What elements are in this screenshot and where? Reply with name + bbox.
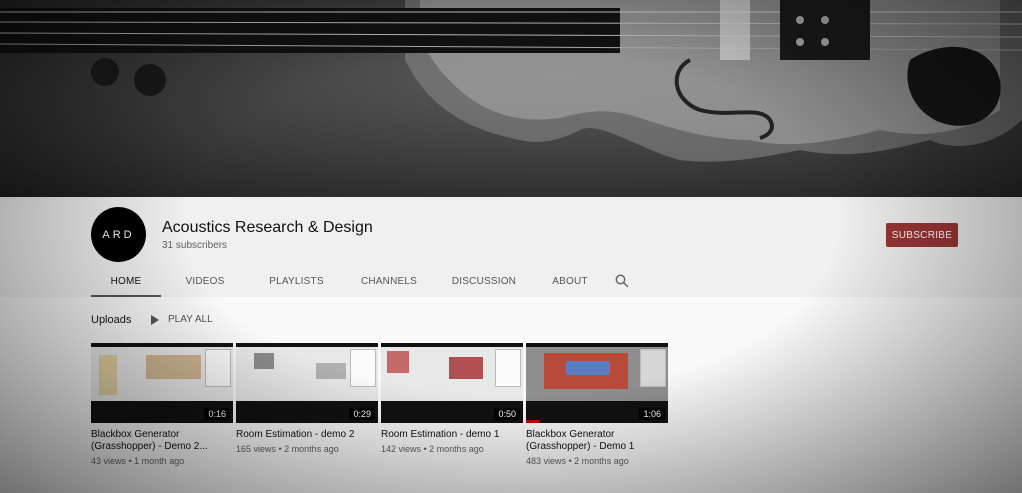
video-title[interactable]: Blackbox Generator (Grasshopper) - Demo … (526, 429, 668, 453)
video-thumbnail[interactable]: 1:06 (526, 343, 668, 423)
play-icon (151, 314, 159, 325)
video-meta: 165 views • 2 months ago (236, 444, 339, 454)
video-title[interactable]: Room Estimation - demo 1 (381, 429, 523, 441)
video-thumbnail[interactable]: 0:16 (91, 343, 233, 423)
video-duration: 0:29 (349, 408, 375, 420)
video-meta: 142 views • 2 months ago (381, 444, 484, 454)
subscriber-count: 31 subscribers (162, 240, 228, 251)
video-meta: 483 views • 2 months ago (526, 456, 629, 466)
channel-banner (0, 0, 1022, 197)
video-thumbnail[interactable]: 0:29 (236, 343, 378, 423)
channel-tabs: HOME VIDEOS PLAYLISTS CHANNELS DISCUSSIO… (91, 267, 606, 297)
channel-name: Acoustics Research & Design (162, 219, 373, 236)
tab-home[interactable]: HOME (91, 267, 161, 297)
video-title[interactable]: Blackbox Generator (Grasshopper) - Demo … (91, 429, 233, 453)
video-card[interactable]: 0:29 Room Estimation - demo 2 165 views … (236, 343, 378, 454)
watch-progress-bar (526, 420, 541, 423)
section-title[interactable]: Uploads (91, 314, 131, 326)
channel-header: ARD Acoustics Research & Design 31 subsc… (0, 197, 1022, 297)
search-icon[interactable] (615, 274, 629, 288)
tab-videos[interactable]: VIDEOS (161, 267, 249, 297)
video-card[interactable]: 1:06 Blackbox Generator (Grasshopper) - … (526, 343, 668, 466)
video-title[interactable]: Room Estimation - demo 2 (236, 429, 378, 441)
avatar[interactable]: ARD (91, 207, 146, 262)
video-duration: 1:06 (639, 408, 665, 420)
tab-discussion[interactable]: DISCUSSION (434, 267, 534, 297)
tab-playlists[interactable]: PLAYLISTS (249, 267, 344, 297)
play-all-label: PLAY ALL (168, 314, 213, 325)
video-thumbnail[interactable]: 0:50 (381, 343, 523, 423)
video-card[interactable]: 0:16 Blackbox Generator (Grasshopper) - … (91, 343, 233, 466)
play-all-button[interactable]: PLAY ALL (151, 314, 213, 325)
video-card[interactable]: 0:50 Room Estimation - demo 1 142 views … (381, 343, 523, 454)
video-duration: 0:50 (494, 408, 520, 420)
subscribe-button[interactable]: SUBSCRIBE (886, 223, 958, 247)
channel-home-content: Uploads PLAY ALL 0:16 Blackbox Generator… (0, 297, 1022, 493)
video-duration: 0:16 (204, 408, 230, 420)
tab-channels[interactable]: CHANNELS (344, 267, 434, 297)
video-meta: 43 views • 1 month ago (91, 456, 185, 466)
violin-banner-image (0, 0, 1022, 162)
tab-about[interactable]: ABOUT (534, 267, 606, 297)
